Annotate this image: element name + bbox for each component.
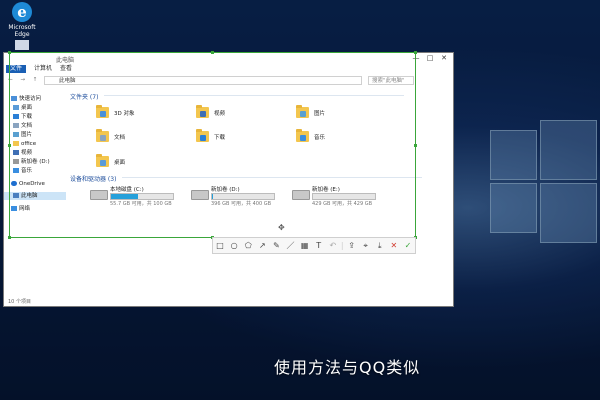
resize-handle[interactable] (211, 51, 214, 54)
close-button[interactable]: ✕ (437, 53, 451, 64)
capture-toolbar: □ ○ ⬠ ↗ ✎ ／ ▦ T ↶ | ⇪ ⌖ ⤓ ✕ ✓ (212, 237, 416, 254)
resize-handle[interactable] (8, 236, 11, 239)
undo-icon[interactable]: ↶ (326, 238, 340, 253)
resize-handle[interactable] (414, 144, 417, 147)
move-icon[interactable]: ✥ (278, 223, 285, 232)
resize-handle[interactable] (414, 51, 417, 54)
save-icon[interactable]: ⤓ (373, 238, 387, 253)
text-tool-icon[interactable]: T (312, 238, 326, 253)
resize-handle[interactable] (8, 51, 11, 54)
cancel-icon[interactable]: ✕ (387, 238, 401, 253)
rectangle-tool-icon[interactable]: □ (213, 238, 227, 253)
pen-tool-icon[interactable]: ✎ (269, 238, 283, 253)
video-subtitle: 使用方法与QQ类似 (274, 358, 421, 377)
pin-icon[interactable]: ⌖ (359, 238, 373, 253)
arrow-tool-icon[interactable]: ↗ (255, 238, 269, 253)
capture-selection[interactable] (8, 51, 417, 239)
desktop-icon-label: Microsoft Edge (8, 24, 36, 38)
maximize-button[interactable]: □ (423, 53, 437, 64)
share-icon[interactable]: ⇪ (345, 238, 359, 253)
resize-handle[interactable] (8, 144, 11, 147)
polygon-tool-icon[interactable]: ⬠ (241, 238, 255, 253)
desktop-icon-edge[interactable]: e Microsoft Edge (2, 2, 42, 38)
status-bar: 10 个项目 (8, 299, 31, 305)
confirm-icon[interactable]: ✓ (401, 238, 415, 253)
file-icon (15, 40, 29, 50)
edge-icon: e (12, 2, 32, 22)
marker-tool-icon[interactable]: ／ (283, 238, 297, 253)
mosaic-tool-icon[interactable]: ▦ (298, 238, 312, 253)
ellipse-tool-icon[interactable]: ○ (227, 238, 241, 253)
